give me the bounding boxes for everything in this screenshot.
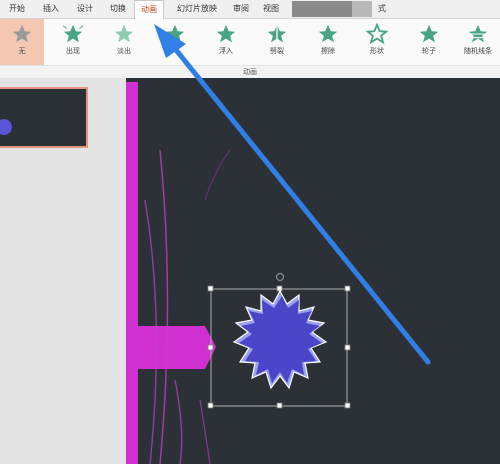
- rotate-handle[interactable]: [275, 272, 285, 282]
- magenta-bar: [126, 82, 138, 464]
- decor-curve: [159, 149, 169, 464]
- magenta-arrow-shape: [138, 326, 216, 369]
- slide-artwork: [126, 24, 431, 464]
- decor-curve: [204, 149, 231, 201]
- decor-curve: [174, 379, 183, 464]
- decor-curve: [199, 399, 211, 464]
